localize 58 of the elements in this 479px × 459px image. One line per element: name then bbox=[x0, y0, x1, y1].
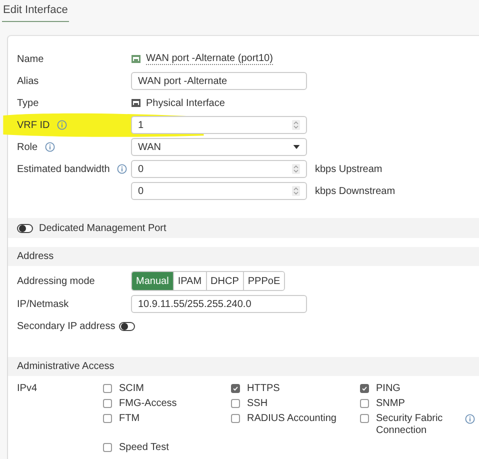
info-icon[interactable] bbox=[44, 142, 55, 152]
checkbox[interactable] bbox=[231, 414, 240, 423]
unit-label: kbps Downstream bbox=[315, 186, 396, 196]
checkbox[interactable] bbox=[103, 443, 112, 452]
checkbox[interactable] bbox=[231, 399, 240, 408]
unit-label: kbps Upstream bbox=[315, 164, 382, 174]
checkbox[interactable] bbox=[103, 399, 112, 408]
toggle-switch[interactable] bbox=[119, 322, 136, 330]
field-label: Name bbox=[17, 54, 44, 64]
alias-field[interactable]: WAN port -Alternate bbox=[131, 72, 307, 90]
checkbox[interactable] bbox=[103, 414, 112, 423]
toggle-label: Dedicated Management Port bbox=[39, 222, 166, 234]
spinner-arrows-icon[interactable] bbox=[292, 164, 300, 174]
checkbox-label: SCIM bbox=[119, 383, 144, 395]
interface-name-link[interactable]: WAN port -Alternate (port10) bbox=[146, 53, 273, 65]
info-icon[interactable] bbox=[465, 414, 475, 424]
field-label: Secondary IP address bbox=[17, 320, 116, 332]
checkbox-label: SNMP bbox=[376, 398, 405, 410]
checkbox-label: FTM bbox=[119, 413, 140, 425]
checkbox[interactable] bbox=[360, 414, 369, 423]
checkbox-label: RADIUS Accounting bbox=[247, 413, 336, 425]
role-dropdown[interactable]: WAN bbox=[131, 138, 307, 156]
info-icon[interactable] bbox=[56, 120, 67, 130]
field-label: IP/Netmask bbox=[17, 298, 69, 310]
field-label: Estimated bandwidth bbox=[17, 164, 110, 174]
network-port-icon bbox=[131, 54, 141, 64]
caret-icon bbox=[293, 145, 300, 149]
spinner-arrows-icon[interactable] bbox=[292, 186, 300, 196]
field-label: Alias bbox=[17, 76, 39, 86]
checkbox-label: HTTPS bbox=[247, 383, 280, 395]
section-header: Administrative Access bbox=[8, 357, 479, 376]
toggle-switch[interactable] bbox=[17, 224, 33, 232]
checkbox[interactable] bbox=[360, 384, 369, 393]
ip-field[interactable]: 10.9.11.55/255.255.240.0 bbox=[131, 295, 307, 313]
mode-option[interactable]: Manual bbox=[132, 272, 173, 290]
mode-option[interactable]: PPPoE bbox=[242, 272, 284, 290]
interface-type: Physical Interface bbox=[146, 98, 225, 108]
field-label: IPv4 bbox=[17, 383, 38, 396]
field-label: Type bbox=[17, 98, 39, 108]
checkbox-label: Speed Test bbox=[119, 442, 169, 454]
field-label: Addressing mode bbox=[17, 276, 95, 286]
checkbox[interactable] bbox=[103, 384, 112, 393]
spinner-arrows-icon[interactable] bbox=[292, 120, 300, 130]
checkbox-label: PING bbox=[376, 383, 400, 395]
field-label: VRF ID bbox=[17, 120, 50, 130]
number-field[interactable]: 1 bbox=[131, 116, 307, 134]
info-icon[interactable] bbox=[116, 164, 127, 174]
checkbox-label: SSH bbox=[247, 398, 268, 410]
checkbox-label: Security Fabric Connection bbox=[376, 413, 444, 437]
field-label: Role bbox=[17, 142, 38, 152]
checkbox[interactable] bbox=[231, 384, 240, 393]
checkbox[interactable] bbox=[360, 399, 369, 408]
page-title: Edit Interface bbox=[2, 4, 69, 22]
number-field[interactable]: 0 bbox=[131, 160, 307, 178]
checkbox-label: FMG-Access bbox=[119, 398, 177, 410]
section-header: Address bbox=[8, 247, 479, 266]
number-field[interactable]: 0 bbox=[131, 182, 307, 200]
network-port-icon bbox=[131, 98, 141, 108]
